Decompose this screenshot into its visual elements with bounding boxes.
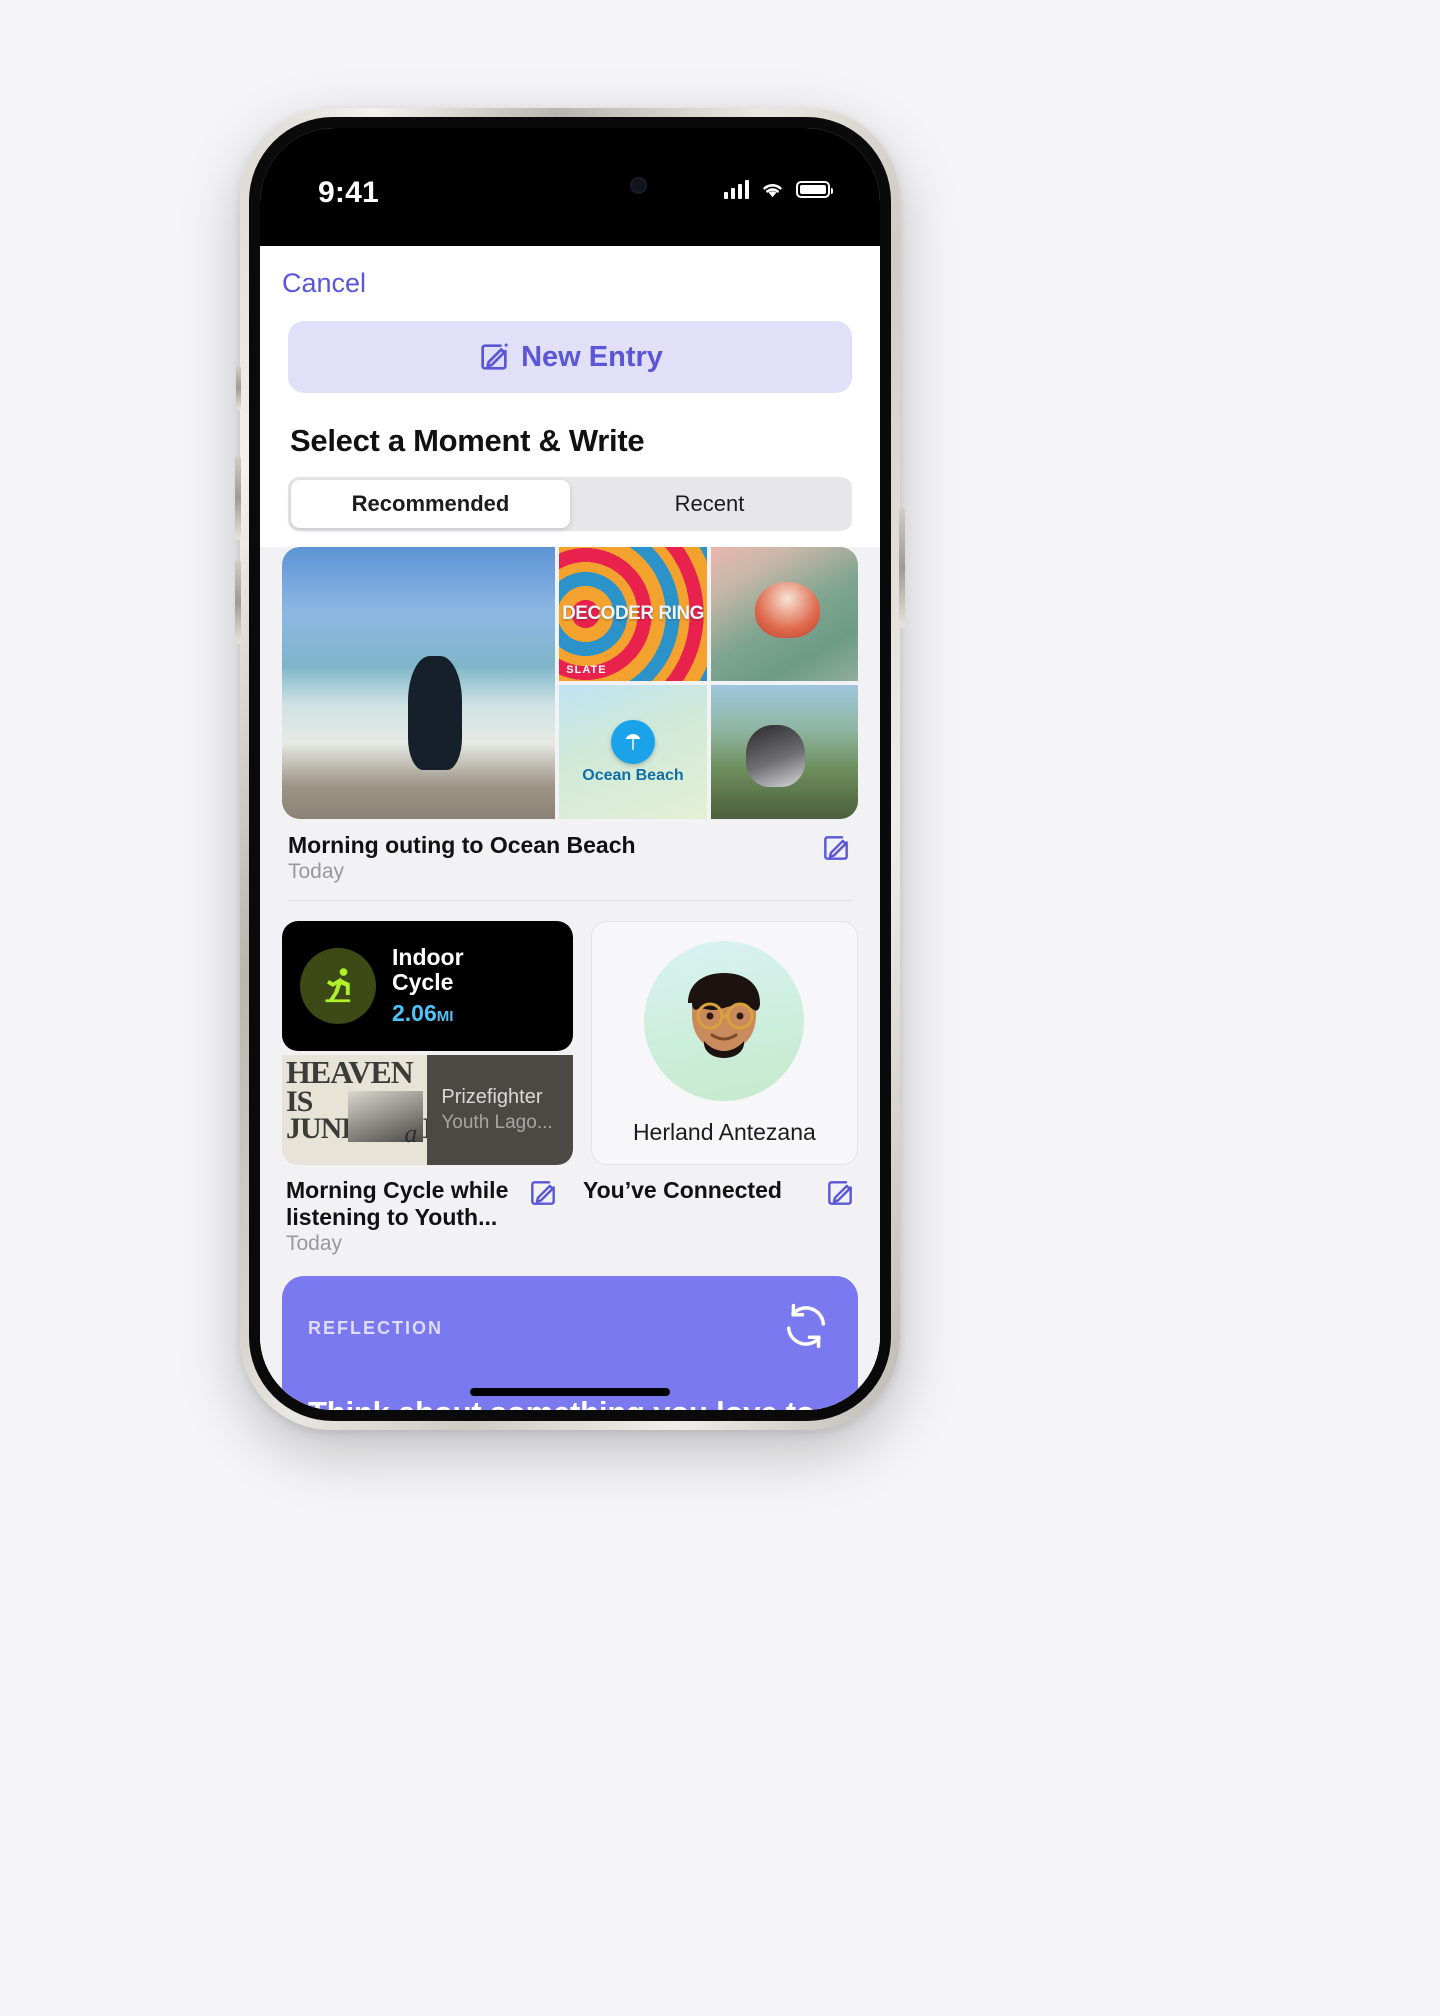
- compose-icon[interactable]: [820, 832, 852, 869]
- phone-bezel: 9:41 Cancel New Entry Select a Moment & …: [249, 117, 891, 1421]
- track-artist: Youth Lago...: [441, 1112, 553, 1134]
- contact-name: Herland Antezana: [632, 1118, 816, 1145]
- podcast-artwork[interactable]: DECODER RING SLATE: [559, 547, 707, 681]
- moment-title: You’ve Connected: [583, 1177, 782, 1204]
- memoji-face-icon: [688, 972, 761, 1058]
- power-button[interactable]: [899, 508, 905, 628]
- page-title: Select a Moment & Write: [290, 423, 645, 458]
- phone-screen: 9:41 Cancel New Entry Select a Moment & …: [260, 128, 880, 1410]
- cancel-button[interactable]: Cancel: [260, 246, 366, 299]
- moments-row-footers: Morning Cycle while listening to Youth..…: [282, 1165, 858, 1256]
- refresh-icon[interactable]: [780, 1300, 832, 1357]
- dynamic-island: [477, 158, 663, 212]
- home-indicator[interactable]: [470, 1388, 670, 1396]
- seashell-photo[interactable]: [710, 547, 858, 681]
- front-camera-icon: [630, 176, 647, 194]
- reflection-header: REFLECTION: [308, 1300, 832, 1357]
- workout-media-stack[interactable]: Indoor Cycle 2.06MI HEAVEN IS a Prizefig…: [282, 921, 573, 1166]
- moments-filter-segmented-control[interactable]: Recommended Recent: [288, 477, 852, 531]
- status-indicators: [723, 176, 833, 199]
- moment-card-morning-cycle[interactable]: Indoor Cycle 2.06MI HEAVEN IS a Prizefig…: [282, 921, 573, 1166]
- album-title-line1: HEAVEN: [286, 1055, 414, 1091]
- workout-distance: 2.06MI: [392, 1000, 464, 1027]
- iphone-device-frame: 9:41 Cancel New Entry Select a Moment & …: [235, 108, 905, 1430]
- track-title: Prizefighter: [441, 1086, 543, 1109]
- moment-date: Today: [288, 860, 345, 884]
- status-time: 9:41: [318, 176, 379, 209]
- track-info: Prizefighter Youth Lago...: [427, 1055, 573, 1166]
- tab-recommended[interactable]: Recommended: [291, 480, 570, 528]
- moment-title: Morning outing to Ocean Beach: [288, 832, 636, 858]
- tab-recent[interactable]: Recent: [570, 480, 849, 528]
- moment-card-morning-outing[interactable]: DECODER RING SLATE Ocean Beach Morning o…: [282, 547, 858, 900]
- compose-icon[interactable]: [527, 1177, 559, 1214]
- workout-name: Indoor Cycle: [392, 943, 464, 996]
- volume-up-button[interactable]: [235, 456, 241, 540]
- journal-app-body: Cancel New Entry Select a Moment & Write…: [260, 246, 880, 1410]
- moment-title: Morning Cycle while listening to Youth..…: [286, 1177, 509, 1231]
- workout-tile[interactable]: Indoor Cycle 2.06MI: [282, 921, 573, 1052]
- moment-date: Today: [286, 1232, 343, 1256]
- moment-footer: You’ve Connected: [579, 1165, 858, 1256]
- memoji-avatar: [644, 940, 805, 1101]
- moment-footer: Morning Cycle while listening to Youth..…: [282, 1165, 561, 1256]
- status-bar: 9:41: [260, 128, 880, 246]
- new-entry-button[interactable]: New Entry: [288, 321, 852, 393]
- compose-icon: [477, 340, 511, 374]
- wifi-icon: [763, 183, 782, 197]
- moment-card-youve-connected[interactable]: Herland Antezana: [590, 921, 858, 1166]
- album-artwork: HEAVEN IS a JUNKYARD: [282, 1055, 428, 1166]
- podcast-brand: SLATE: [566, 664, 607, 676]
- moments-list[interactable]: DECODER RING SLATE Ocean Beach Morning o…: [260, 547, 880, 1410]
- workout-distance-value: 2.06: [392, 1000, 437, 1027]
- silent-switch[interactable]: [236, 366, 241, 410]
- workout-name-line2: Cycle: [392, 969, 454, 996]
- beach-umbrella-icon: [610, 719, 655, 764]
- workout-name-line1: Indoor: [392, 943, 464, 970]
- list-divider: [288, 900, 852, 902]
- map-thumbnail[interactable]: Ocean Beach: [559, 685, 707, 819]
- compose-icon[interactable]: [824, 1177, 856, 1214]
- beach-surfer-photo[interactable]: [282, 547, 556, 819]
- cellular-bars-icon: [723, 179, 749, 199]
- podcast-title: DECODER RING: [562, 602, 704, 624]
- volume-down-button[interactable]: [235, 560, 241, 644]
- photo-collage[interactable]: DECODER RING SLATE Ocean Beach: [282, 547, 858, 819]
- battery-icon: [796, 180, 833, 198]
- album-accent-letter: a: [404, 1119, 418, 1149]
- moment-footer: Morning outing to Ocean Beach Today: [282, 819, 858, 900]
- indoor-cycle-icon: [300, 948, 376, 1025]
- dog-in-car-photo[interactable]: [710, 685, 858, 819]
- map-place-label: Ocean Beach: [582, 766, 684, 784]
- moments-row: Indoor Cycle 2.06MI HEAVEN IS a Prizefig…: [282, 921, 858, 1166]
- workout-distance-unit: MI: [436, 1008, 454, 1026]
- reflection-label: REFLECTION: [308, 1318, 443, 1339]
- now-playing-tile[interactable]: HEAVEN IS a JUNKYARD Prizefighter Youth …: [282, 1055, 573, 1166]
- new-entry-label: New Entry: [521, 340, 663, 373]
- contact-card[interactable]: Herland Antezana: [590, 921, 858, 1166]
